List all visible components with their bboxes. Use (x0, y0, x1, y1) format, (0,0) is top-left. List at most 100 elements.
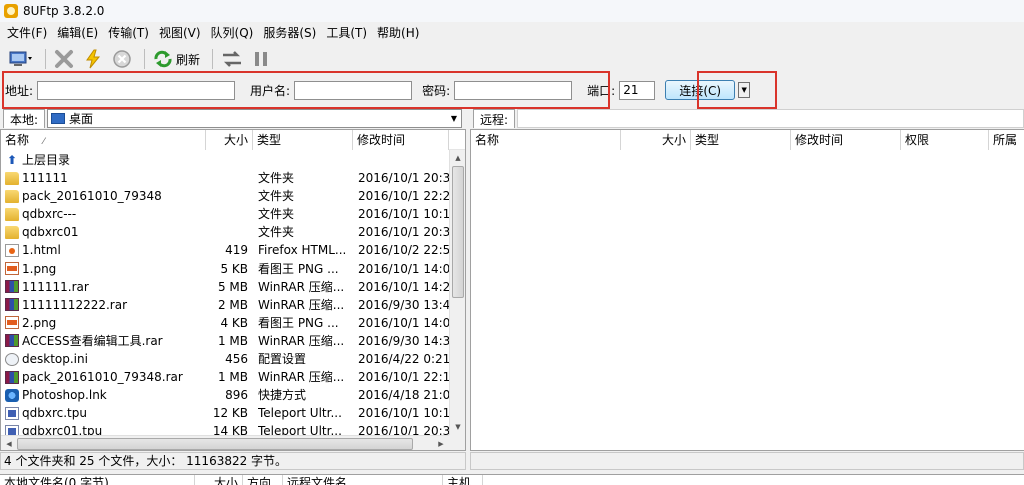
menu-edit[interactable]: 编辑(E) (52, 22, 103, 44)
file-name: 11111112222.rar (22, 297, 128, 312)
file-type: 文件夹 (258, 171, 295, 186)
column-name[interactable]: 名称 ⁄ (1, 130, 206, 150)
queue-column-direction[interactable]: 方向 (243, 475, 283, 485)
table-row[interactable]: 1.png 5 KB 看图王 PNG ... 2016/10/1 14:0 (1, 260, 449, 278)
file-type: Firefox HTML... (258, 243, 347, 258)
rar-file-icon (5, 370, 19, 384)
quick-connect-button[interactable] (81, 47, 105, 71)
local-rows: ⬆ 上层目录 111111 文件夹 2016/10/1 20:3 pack_2016101… (1, 151, 449, 441)
username-input[interactable] (294, 80, 413, 100)
scroll-thumb[interactable] (452, 166, 464, 298)
file-modified: 2016/9/30 13:4 (358, 297, 449, 312)
table-row[interactable]: qdbxrc.tpu 12 KB Teleport Ultr... 2016/10/1… (1, 404, 449, 422)
file-size: 419 (225, 243, 248, 258)
file-modified: 2016/4/18 21:0 (358, 388, 449, 403)
table-row[interactable]: 2.png 4 KB 看图王 PNG ... 2016/10/1 14:0 (1, 314, 449, 332)
connection-bar: 地址: 用户名: 密码: 端口: 连接(C) ▼ (0, 74, 1024, 106)
file-size: 1 MB (217, 333, 248, 348)
vertical-scrollbar[interactable]: ▲ ▼ (449, 150, 465, 435)
column-size[interactable]: 大小 (206, 130, 253, 150)
table-row[interactable]: pack_20161010_79348.rar 1 MB WinRAR 压缩... 2… (1, 368, 449, 386)
address-label: 地址: (5, 83, 34, 98)
table-row[interactable]: 11111112222.rar 2 MB WinRAR 压缩... 2016/9/30… (1, 296, 449, 314)
refresh-button[interactable]: 刷新 (150, 47, 203, 71)
table-row[interactable]: qdbxrc01 文件夹 2016/10/1 20:3 (1, 223, 449, 241)
scroll-up-icon[interactable]: ▲ (450, 150, 465, 166)
queue-column-size[interactable]: 大小 (195, 475, 243, 485)
table-row[interactable]: qdbxrc--- 文件夹 2016/10/1 10:1 (1, 205, 449, 223)
png-file-icon (5, 316, 19, 330)
menu-server[interactable]: 服务器(S) (258, 22, 321, 44)
table-row[interactable]: 1.html 419 Firefox HTML... 2016/10/2 22:5 (1, 241, 449, 259)
lightning-icon (86, 49, 101, 69)
file-name: pack_20161010_79348 (22, 189, 162, 204)
password-input[interactable] (454, 80, 573, 100)
remote-path-input[interactable] (517, 109, 1024, 128)
stop-icon (113, 50, 131, 68)
file-modified: 2016/10/1 14:0 (358, 261, 449, 276)
file-size: 12 KB (212, 406, 248, 421)
menu-transfer[interactable]: 传输(T) (103, 22, 154, 44)
queue-column-host[interactable]: 主机 (443, 475, 483, 485)
toolbar: 刷新 (0, 45, 1024, 73)
column-modified[interactable]: 修改时间 (791, 130, 901, 150)
column-permissions[interactable]: 权限 (901, 130, 989, 150)
remote-pane-header: 远程: (470, 108, 1024, 129)
scroll-down-icon[interactable]: ▼ (450, 419, 465, 435)
menu-help[interactable]: 帮助(H) (372, 22, 424, 44)
local-tag: 本地: (3, 109, 46, 128)
column-name[interactable]: 名称 (471, 130, 621, 150)
table-row[interactable]: desktop.ini 456 配置设置 2016/4/22 0:21 (1, 350, 449, 368)
connect-dropdown-button[interactable]: ▼ (738, 82, 751, 98)
file-name: 1.html (22, 243, 61, 258)
column-modified[interactable]: 修改时间 (353, 130, 449, 150)
scroll-right-icon[interactable]: ▶ (433, 436, 449, 450)
remote-tag: 远程: (473, 109, 516, 128)
local-path-select[interactable]: 桌面 ▼ (47, 109, 462, 128)
table-row[interactable]: 111111 文件夹 2016/10/1 20:3 (1, 169, 449, 187)
column-type[interactable]: 类型 (253, 130, 353, 150)
transfer-toggle-button[interactable] (218, 47, 246, 71)
file-modified: 2016/10/1 14:0 (358, 315, 449, 330)
site-manager-button[interactable] (6, 47, 36, 71)
table-row[interactable]: 111111.rar 5 MB WinRAR 压缩... 2016/10/1 14:2 (1, 278, 449, 296)
file-modified: 2016/10/1 10:1 (358, 406, 449, 421)
table-row[interactable]: Photoshop.lnk 896 快捷方式 2016/4/18 21:0 (1, 386, 449, 404)
menu-queue[interactable]: 队列(Q) (206, 22, 259, 44)
column-type[interactable]: 类型 (691, 130, 791, 150)
disconnect-button[interactable] (51, 47, 77, 71)
file-name: ACCESS查看编辑工具.rar (22, 333, 163, 348)
port-input[interactable] (619, 80, 656, 100)
file-name: qdbxrc--- (22, 207, 77, 222)
menu-tools[interactable]: 工具(T) (321, 22, 372, 44)
pause-button[interactable] (250, 47, 272, 71)
file-modified: 2016/9/30 14:3 (358, 333, 449, 348)
address-input[interactable] (37, 80, 236, 100)
menu-file[interactable]: 文件(F) (2, 22, 52, 44)
queue-column-local[interactable]: 本地文件名(0 字节) (0, 475, 195, 485)
port-label: 端口: (587, 83, 616, 98)
scroll-thumb[interactable] (17, 438, 413, 450)
file-type: 快捷方式 (258, 388, 307, 403)
scroll-left-icon[interactable]: ◀ (1, 436, 17, 450)
file-type: WinRAR 压缩... (258, 279, 345, 294)
table-row[interactable]: ACCESS查看编辑工具.rar 1 MB WinRAR 压缩... 2016/9/3… (1, 332, 449, 350)
table-row[interactable]: pack_20161010_79348 文件夹 2016/10/1 22:2 (1, 187, 449, 205)
queue-column-remote[interactable]: 远程文件名 (283, 475, 443, 485)
toolbar-separator (45, 49, 46, 69)
column-size[interactable]: 大小 (621, 130, 691, 150)
table-row[interactable]: ⬆ 上层目录 (1, 151, 449, 169)
connect-button[interactable]: 连接(C) (665, 80, 736, 100)
file-modified: 2016/10/1 14:2 (358, 279, 449, 294)
file-name: qdbxrc.tpu (22, 406, 87, 421)
menu-view[interactable]: 视图(V) (154, 22, 206, 44)
local-status-bar: 4 个文件夹和 25 个文件，大小： 11163822 字节。 (0, 452, 466, 470)
stop-button[interactable] (109, 47, 135, 71)
file-type: 看图王 PNG ... (258, 261, 339, 276)
site-manager-icon (9, 51, 32, 66)
file-size: 2 MB (217, 297, 248, 312)
lnk-file-icon (5, 388, 19, 402)
horizontal-scrollbar[interactable]: ◀ ▶ (1, 435, 449, 450)
column-owner[interactable]: 所属 (989, 130, 1024, 150)
file-modified: 2016/10/2 22:5 (358, 243, 449, 258)
